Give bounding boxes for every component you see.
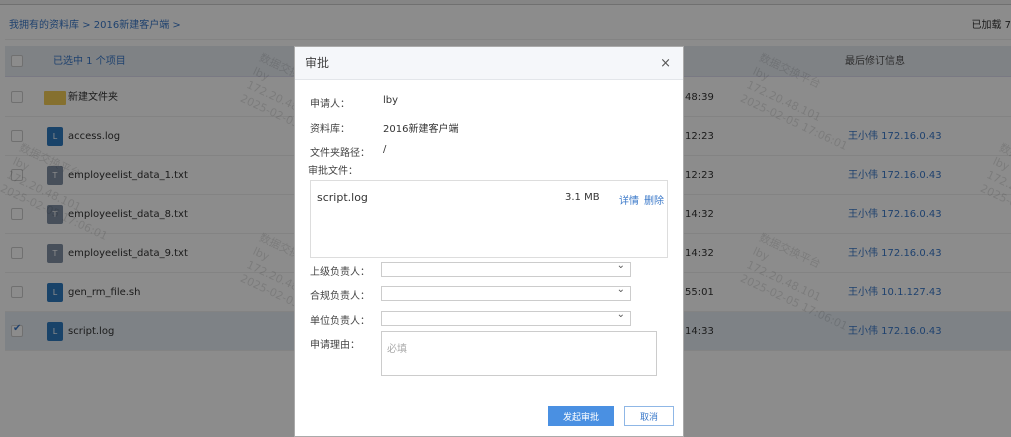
superior-select[interactable]: ⌄: [381, 260, 631, 277]
close-icon[interactable]: ×: [660, 47, 671, 80]
approval-files-label: 审批文件：: [308, 166, 358, 177]
library-value: 2016新建客户端: [383, 124, 459, 135]
approval-file-list: script.log 3.1 MB 详情 删除: [310, 180, 668, 258]
file-size: 3.1 MB: [565, 192, 600, 203]
applicant-label: 申请人：: [310, 99, 350, 110]
dialog-title: 审批: [305, 56, 330, 70]
chevron-down-icon: ⌄: [616, 284, 625, 295]
cancel-button[interactable]: 取消: [624, 406, 674, 426]
file-name: script.log: [317, 191, 368, 204]
folder-path-label: 文件夹路径：: [310, 148, 370, 159]
chevron-down-icon: ⌄: [616, 309, 625, 320]
library-label: 资料库：: [310, 124, 350, 135]
reason-label: 申请理由：: [310, 340, 360, 351]
compliance-label: 合规负责人：: [310, 291, 370, 302]
compliance-select[interactable]: ⌄: [381, 284, 631, 301]
reason-input[interactable]: [381, 331, 657, 376]
approval-dialog: 审批 × 申请人： lby 资料库： 2016新建客户端 文件夹路径： / 审批…: [294, 46, 684, 437]
chevron-down-icon: ⌄: [616, 260, 625, 271]
superior-label: 上级负责人：: [310, 267, 370, 278]
folder-path-value: /: [383, 144, 387, 155]
unit-select[interactable]: ⌄: [381, 309, 631, 326]
applicant-value: lby: [383, 95, 399, 106]
submit-approval-button[interactable]: 发起审批: [548, 406, 614, 426]
unit-label: 单位负责人：: [310, 316, 370, 327]
file-detail-link[interactable]: 详情: [619, 192, 639, 207]
dialog-header: 审批 ×: [295, 47, 683, 80]
file-delete-link[interactable]: 删除: [644, 192, 664, 207]
